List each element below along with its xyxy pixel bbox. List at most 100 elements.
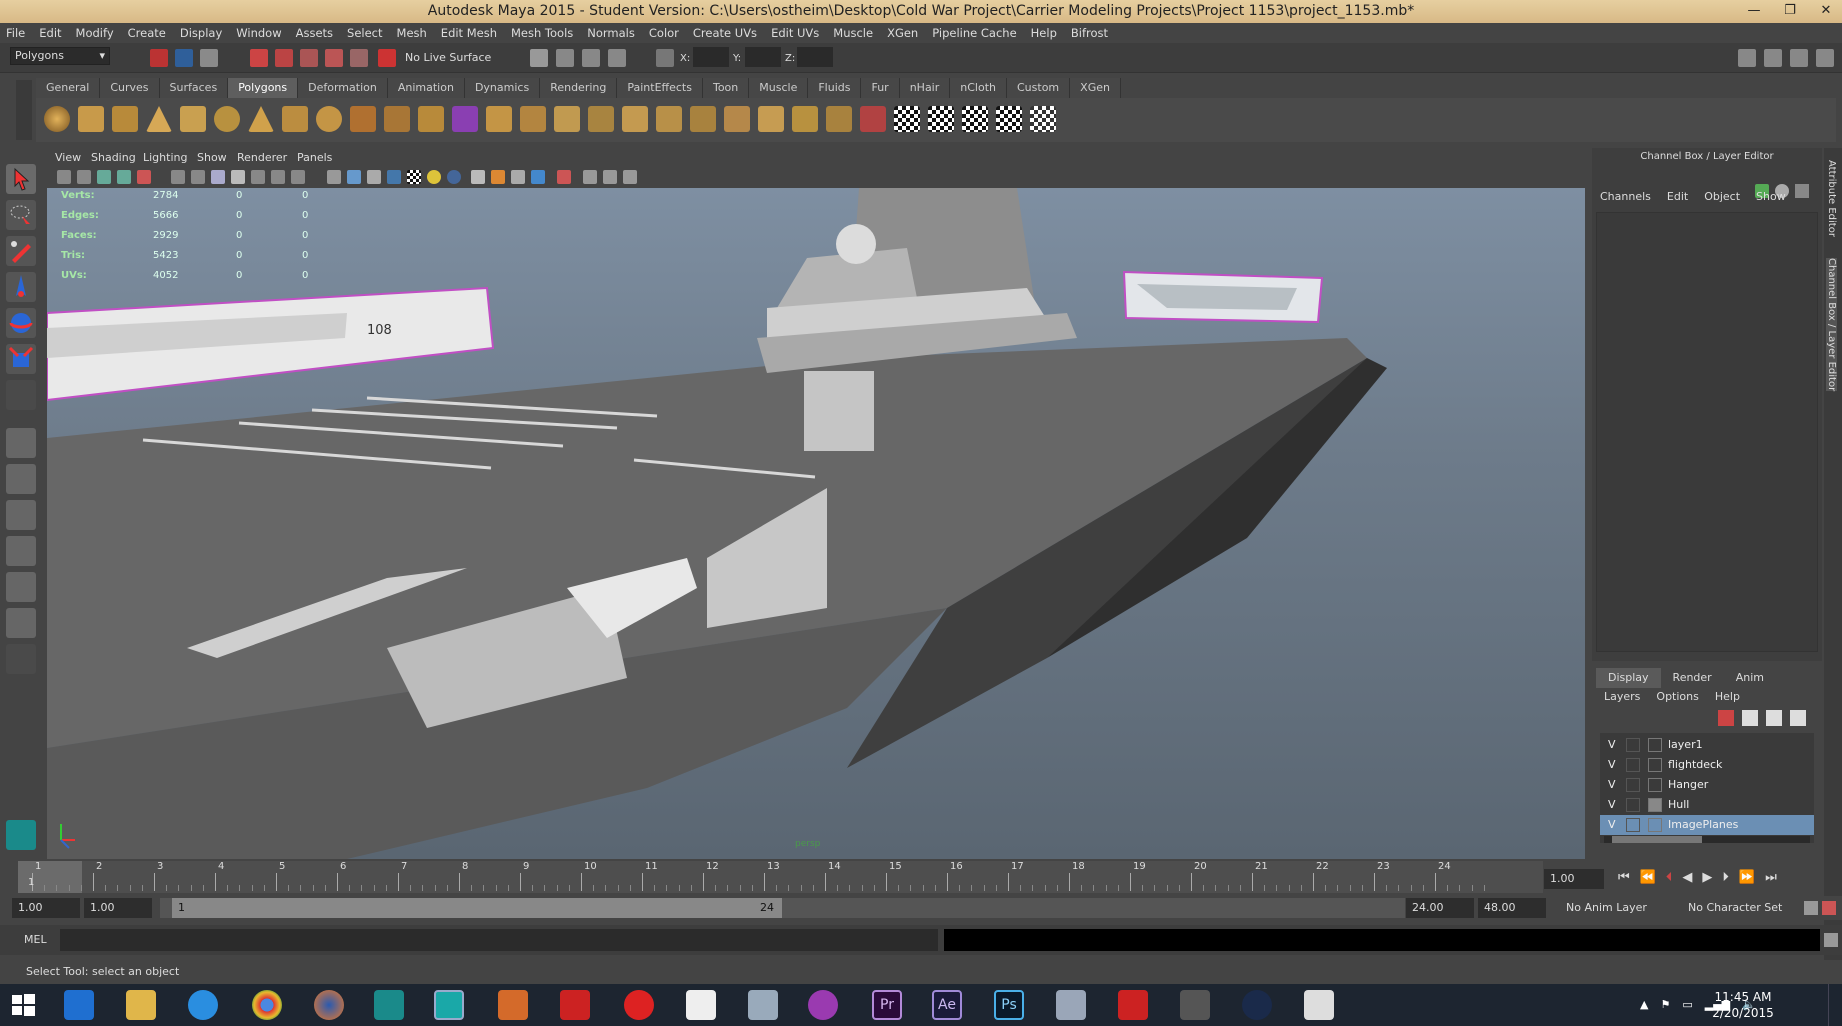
app-icon[interactable] <box>686 990 716 1020</box>
layer-row-selected[interactable]: V ImagePlanes <box>1600 815 1814 835</box>
end-time-field[interactable]: 48.00 <box>1478 898 1546 918</box>
shelf-tab-curves[interactable]: Curves <box>100 78 160 98</box>
isolate-select-icon[interactable] <box>557 170 571 184</box>
internet-explorer-icon[interactable] <box>188 990 218 1020</box>
creative-cloud-icon[interactable] <box>624 990 654 1020</box>
mudbox-icon[interactable] <box>498 990 528 1020</box>
layer-tab-display[interactable]: Display <box>1596 668 1661 688</box>
spherical-map-icon[interactable] <box>962 106 988 132</box>
smooth-shade-icon[interactable] <box>347 170 361 184</box>
separate-icon[interactable] <box>384 106 410 132</box>
grease-pencil-icon[interactable] <box>137 170 151 184</box>
autocad-icon[interactable] <box>560 990 590 1020</box>
start-time-field[interactable]: 1.00 <box>12 898 80 918</box>
media-icon[interactable] <box>1180 990 1210 1020</box>
shelf-tab-deformation[interactable]: Deformation <box>298 78 388 98</box>
shelf-tab-toon[interactable]: Toon <box>702 78 750 98</box>
bridge-icon[interactable] <box>520 106 546 132</box>
menu-color[interactable]: Color <box>649 26 679 40</box>
new-empty-layer-icon[interactable] <box>1766 710 1782 726</box>
grid-toggle-icon[interactable] <box>171 170 185 184</box>
shelf-tab-fluids[interactable]: Fluids <box>808 78 862 98</box>
four-view-layout-icon[interactable] <box>6 464 36 494</box>
append-polygon-icon[interactable] <box>554 106 580 132</box>
menu-muscle[interactable]: Muscle <box>833 26 873 40</box>
menu-pipeline-cache[interactable]: Pipeline Cache <box>932 26 1016 40</box>
menuset-dropdown[interactable]: Polygons ▾ <box>10 47 110 65</box>
panel-menu-shading[interactable]: Shading <box>91 151 136 164</box>
snap-grid-icon[interactable] <box>250 49 268 67</box>
scale-tool-icon[interactable] <box>6 344 36 374</box>
layer-playback-toggle[interactable] <box>1626 818 1640 832</box>
game-icon[interactable] <box>1118 990 1148 1020</box>
y-input[interactable] <box>745 47 781 67</box>
layer-visibility-toggle[interactable]: V <box>1608 795 1616 815</box>
paint-select-tool-icon[interactable] <box>6 236 36 266</box>
menu-edit-uvs[interactable]: Edit UVs <box>771 26 819 40</box>
use-all-lights-icon[interactable] <box>407 170 421 184</box>
shelf-tab-fur[interactable]: Fur <box>861 78 900 98</box>
camera-select-icon[interactable] <box>57 170 71 184</box>
gate-mask-icon[interactable] <box>231 170 245 184</box>
shelf-tab-ncloth[interactable]: nCloth <box>950 78 1007 98</box>
poly-pipe-icon[interactable] <box>282 106 308 132</box>
shelf-tab-surfaces[interactable]: Surfaces <box>159 78 229 98</box>
select-hierarchy-icon[interactable] <box>150 49 168 67</box>
taskbar-clock[interactable]: 11:45 AM 2/20/2015 <box>1698 989 1788 1021</box>
step-forward-frame-icon[interactable]: ⏩ <box>1739 870 1755 888</box>
layers-menu[interactable]: Layers <box>1604 690 1640 708</box>
film-gate-icon[interactable] <box>191 170 205 184</box>
show-desktop-button[interactable] <box>1828 984 1842 1026</box>
attribute-editor-tab[interactable]: Attribute Editor <box>1826 160 1837 237</box>
sculpt-icon[interactable] <box>860 106 886 132</box>
mail-icon[interactable] <box>64 990 94 1020</box>
shelf-tab-painteffects[interactable]: PaintEffects <box>617 78 703 98</box>
select-component-icon[interactable] <box>200 49 218 67</box>
poly-soccer-ball-icon[interactable] <box>316 106 342 132</box>
panel-menu-panels[interactable]: Panels <box>297 151 332 164</box>
animation-preferences-icon[interactable] <box>1822 901 1836 915</box>
layer-tab-render[interactable]: Render <box>1661 668 1724 688</box>
play-forwards-icon[interactable]: ▶ <box>1702 870 1712 888</box>
step-back-frame-icon[interactable]: ⏪ <box>1640 870 1656 888</box>
minimize-icon[interactable]: — <box>1744 0 1764 23</box>
poly-cube-icon[interactable] <box>78 106 104 132</box>
xray-icon[interactable] <box>531 170 545 184</box>
premiere-icon[interactable]: Pr <box>872 990 902 1020</box>
maya-learning-icon[interactable] <box>6 820 36 850</box>
move-layer-up-icon[interactable] <box>1718 710 1734 726</box>
step-back-key-icon[interactable]: ⏴ <box>1666 870 1673 888</box>
photoshop-icon[interactable]: Ps <box>994 990 1024 1020</box>
xray-joints-icon[interactable] <box>583 170 597 184</box>
snap-surface-icon[interactable] <box>350 49 368 67</box>
layer-scrollbar[interactable] <box>1604 836 1810 843</box>
move-layer-down-icon[interactable] <box>1742 710 1758 726</box>
menu-normals[interactable]: Normals <box>587 26 635 40</box>
last-tool-icon[interactable] <box>6 380 36 410</box>
shelf-tab-nhair[interactable]: nHair <box>899 78 951 98</box>
panel-menu-lighting[interactable]: Lighting <box>143 151 187 164</box>
layer-color-swatch[interactable] <box>1648 778 1662 792</box>
backface-cull-icon[interactable] <box>623 170 637 184</box>
perspective-viewport[interactable]: 108 Verts: Edges: Faces: Tris: UVs: 2784… <box>47 188 1585 859</box>
go-to-start-icon[interactable]: ⏮ <box>1618 870 1630 888</box>
camera-attributes-icon[interactable] <box>77 170 91 184</box>
wireframe-on-shaded-icon[interactable] <box>367 170 381 184</box>
merge-icon[interactable] <box>758 106 784 132</box>
z-input[interactable] <box>797 47 833 67</box>
windows-start-icon[interactable] <box>8 990 38 1020</box>
current-frame-field[interactable]: 1.00 <box>1544 869 1604 889</box>
layer-playback-toggle[interactable] <box>1626 758 1640 772</box>
toggle-attribute-editor-icon[interactable] <box>1738 49 1756 67</box>
maya-lt-icon[interactable] <box>374 990 404 1020</box>
insert-edge-loop-icon[interactable] <box>656 106 682 132</box>
persp-outliner-layout-icon[interactable] <box>6 500 36 530</box>
layout-options-icon[interactable] <box>6 644 36 674</box>
menu-bifrost[interactable]: Bifrost <box>1071 26 1108 40</box>
menu-select[interactable]: Select <box>347 26 382 40</box>
layer-row[interactable]: V Hanger <box>1600 775 1814 795</box>
go-to-end-icon[interactable]: ⏭ <box>1765 870 1777 888</box>
cb-object-menu[interactable]: Object <box>1704 190 1740 208</box>
layer-tab-anim[interactable]: Anim <box>1724 668 1776 688</box>
toggle-tool-settings-icon[interactable] <box>1764 49 1782 67</box>
